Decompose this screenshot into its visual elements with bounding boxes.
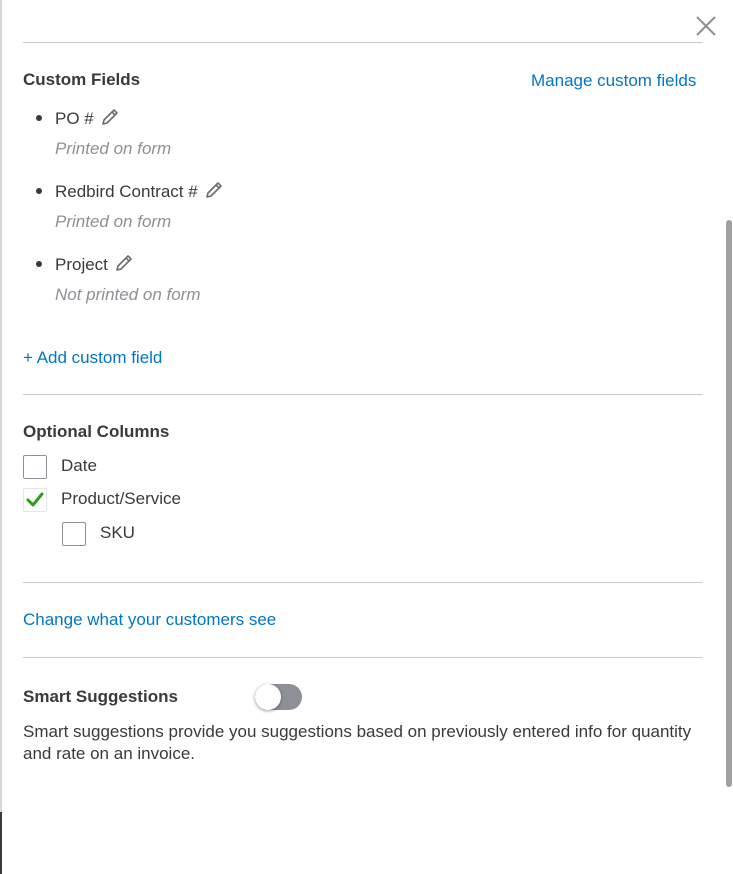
close-icon (696, 16, 716, 36)
optional-columns-title: Optional Columns (23, 422, 170, 441)
section-divider (23, 582, 702, 583)
product-service-checkbox[interactable] (23, 488, 47, 512)
custom-field-name-row: PO # (55, 107, 120, 129)
date-checkbox[interactable] (23, 455, 47, 479)
scrollbar[interactable] (726, 220, 732, 787)
panel-left-edge (0, 0, 2, 874)
custom-field-name: Project (55, 255, 108, 274)
custom-field-status: Printed on form (55, 139, 172, 158)
smart-suggestions-toggle[interactable] (255, 684, 302, 710)
add-custom-field-link[interactable]: + Add custom field (23, 348, 162, 368)
section-divider (23, 394, 702, 395)
bullet (36, 188, 42, 194)
custom-field-name: Redbird Contract # (55, 182, 198, 201)
smart-suggestions-title: Smart Suggestions (23, 687, 178, 706)
section-divider (23, 657, 702, 658)
product-service-checkbox-label: Product/Service (61, 489, 181, 508)
pencil-icon[interactable] (100, 107, 120, 127)
bullet (36, 115, 42, 121)
custom-field-name-row: Project (55, 253, 134, 275)
toggle-knob (255, 684, 281, 710)
sku-checkbox[interactable] (62, 522, 86, 546)
custom-field-name: PO # (55, 109, 94, 128)
header-divider (23, 42, 702, 43)
date-checkbox-label: Date (61, 456, 97, 475)
custom-fields-title: Custom Fields (23, 70, 141, 89)
bullet (36, 261, 42, 267)
checkmark-icon (26, 492, 44, 507)
custom-field-status: Printed on form (55, 212, 172, 231)
close-button[interactable] (694, 14, 718, 38)
smart-suggestions-description: Smart suggestions provide you suggestion… (23, 722, 692, 763)
pencil-icon[interactable] (114, 253, 134, 273)
pencil-icon[interactable] (204, 180, 224, 200)
custom-field-name-row: Redbird Contract # (55, 180, 224, 202)
manage-custom-fields-link[interactable]: Manage custom fields (531, 71, 696, 91)
background-edge (0, 812, 2, 874)
sku-checkbox-label: SKU (100, 523, 135, 542)
custom-field-status: Not printed on form (55, 285, 201, 304)
change-customer-view-link[interactable]: Change what your customers see (23, 610, 276, 630)
